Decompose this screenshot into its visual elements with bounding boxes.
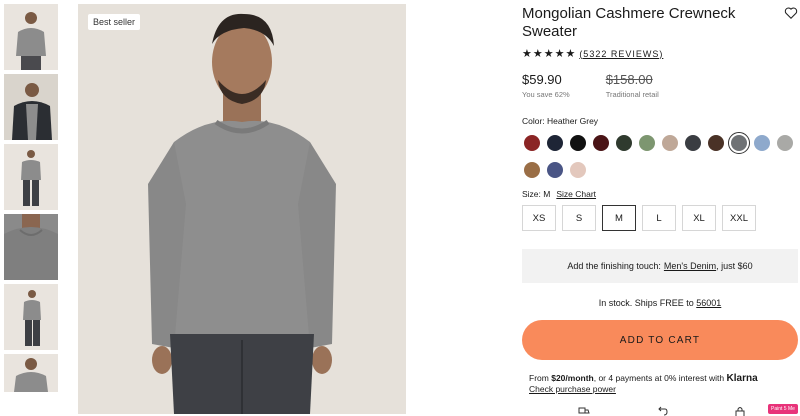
size-option-xs[interactable]: XS [522,205,556,231]
size-options: XS S M L XL XXL [522,205,798,231]
stock-text: In stock. Ships FREE to [598,298,694,308]
best-seller-badge: Best seller [88,14,141,30]
color-swatches [522,132,798,187]
product-title: Mongolian Cashmere Crewneck Sweater [522,5,736,40]
color-swatch-chocolate[interactable] [708,135,724,151]
size-option-l[interactable]: L [642,205,676,231]
thumbnail-list [4,4,58,396]
color-swatch-forest[interactable] [616,135,632,151]
paint-badge[interactable]: Paint 5 Me [768,404,798,414]
size-option-xl[interactable]: XL [682,205,716,231]
add-to-cart-button[interactable]: ADD TO CART [522,320,798,360]
size-row: Size: M Size Chart [522,189,798,199]
thumbnail-5[interactable] [4,284,58,350]
thumbnail-4[interactable] [4,214,58,280]
color-swatch-charcoal[interactable] [685,135,701,151]
rating-row: ★★★★★ (5322 REVIEWS) [522,47,798,60]
truck-icon [578,404,590,416]
size-option-s[interactable]: S [562,205,596,231]
service-icons [578,404,800,416]
color-swatch-light-grey[interactable] [777,135,793,151]
color-swatch-taupe[interactable] [662,135,678,151]
mens-denim-link[interactable]: Men's Denim [664,261,716,271]
check-purchase-power-link[interactable]: Check purchase power [529,384,616,394]
color-swatch-red[interactable] [524,135,540,151]
finishing-touch-banner: Add the finishing touch: Men's Denim , j… [522,249,798,283]
product-main-image: Best seller [78,4,406,414]
original-price-label: Traditional retail [605,90,659,99]
color-swatch-blush[interactable] [570,162,586,178]
size-option-xxl[interactable]: XXL [722,205,756,231]
reviews-link[interactable]: (5322 REVIEWS) [579,49,663,59]
original-price: $158.00 [605,72,653,87]
color-swatch-navy[interactable] [547,135,563,151]
color-label: Color: Heather Grey [522,116,599,126]
price-block: $59.90 You save 62% $158.00 Traditional … [522,72,798,99]
color-swatch-black[interactable] [570,135,586,151]
klarna-info: From $20/month, or 4 payments at 0% inte… [529,373,798,395]
lock-icon [734,404,746,416]
model-photo [78,4,406,414]
size-label: Size: M [522,189,551,199]
klarna-logo: Klarna [726,373,758,384]
color-swatch-burgundy[interactable] [593,135,609,151]
finishing-suffix: , just $60 [716,261,753,271]
color-swatch-heather-grey[interactable] [728,132,750,154]
thumbnail-3[interactable] [4,144,58,210]
color-swatch-light-blue[interactable] [754,135,770,151]
finishing-prefix: Add the finishing touch: [567,261,661,271]
heart-icon[interactable] [784,6,798,20]
size-chart-link[interactable]: Size Chart [556,189,596,199]
color-swatch-indigo[interactable] [547,162,563,178]
klarna-rest: , or 4 payments at 0% interest with [593,373,725,383]
klarna-from: From [529,373,549,383]
star-rating: ★★★★★ [522,48,577,60]
return-icon [656,404,668,416]
sale-price: $59.90 [522,72,562,87]
thumbnail-1[interactable] [4,4,58,70]
size-option-m[interactable]: M [602,205,636,231]
thumbnail-6[interactable] [4,354,58,392]
zip-code-link[interactable]: 56001 [696,298,721,308]
color-swatch-sage[interactable] [639,135,655,151]
product-info-panel: Mongolian Cashmere Crewneck Sweater ★★★★… [522,4,798,395]
color-swatch-camel[interactable] [524,162,540,178]
savings-text: You save 62% [522,90,570,99]
stock-status: In stock. Ships FREE to 56001 [522,298,798,308]
klarna-amount: $20/month [551,373,594,383]
thumbnail-2[interactable] [4,74,58,140]
